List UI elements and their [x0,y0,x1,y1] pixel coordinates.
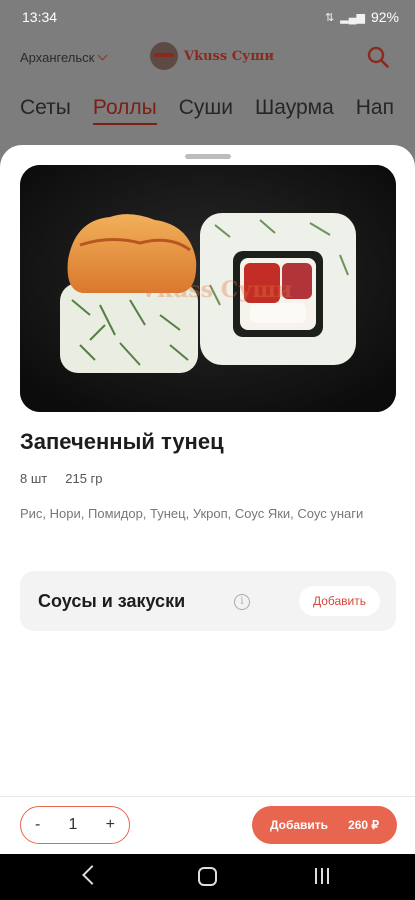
logo: Vkuss Суши [150,42,274,70]
home-icon[interactable] [198,867,217,886]
city-selector[interactable]: Архангельск [20,50,108,65]
status-time: 13:34 [22,9,58,25]
system-nav-bar [0,854,415,900]
extras-add-button[interactable]: Добавить [298,586,380,616]
status-icons: ⇅ ▂▄▆ 92% [325,9,399,25]
product-image: Vkuss Суши [20,165,396,412]
drag-handle[interactable] [185,154,231,159]
product-description: Рис, Нори, Помидор, Тунец, Укроп, Соус Я… [20,506,364,521]
logo-text: Vkuss Суши [184,48,274,64]
data-icon: ⇅ [325,11,335,24]
order-bar: - 1 + Добавить 260 ₽ [0,796,415,854]
piece-count: 8 шт [20,471,48,486]
tab-drinks[interactable]: Нап [356,96,394,125]
increment-button[interactable]: + [106,816,115,834]
product-meta: 8 шт 215 гр [20,471,103,486]
price-label: 260 ₽ [348,818,380,832]
extras-label: Соусы и закуски [38,591,186,611]
watermark: Vkuss Суши [140,277,293,303]
category-tabs: Сеты Роллы Суши Шаурма Нап [20,96,394,125]
extras-card: Соусы и закуски i Добавить [20,571,396,631]
back-icon[interactable] [82,865,102,885]
product-sheet: Vkuss Суши Запеченный тунец 8 шт 215 гр … [0,145,415,900]
chevron-down-icon [97,50,108,61]
signal-icon: ▂▄▆ [340,11,365,24]
recent-apps-icon[interactable] [315,868,329,884]
decrement-button[interactable]: - [35,816,40,834]
tab-rolls[interactable]: Роллы [92,96,157,125]
quantity-value: 1 [68,816,78,833]
quantity-stepper: - 1 + [20,806,130,844]
status-bar: 13:34 ⇅ ▂▄▆ 92% [0,0,415,34]
add-to-cart-label: Добавить [269,818,329,832]
chef-logo-icon [150,42,178,70]
add-to-cart-button[interactable]: Добавить 260 ₽ [252,806,397,844]
app-header: Архангельск Vkuss Суши [0,34,415,84]
weight: 215 гр [65,471,103,486]
city-label: Архангельск [20,50,95,65]
info-icon[interactable]: i [234,594,250,610]
search-icon[interactable] [367,46,389,68]
tab-sushi[interactable]: Суши [179,96,233,125]
tab-sets[interactable]: Сеты [20,96,71,125]
product-title: Запеченный тунец [20,429,224,454]
battery-level: 92% [370,9,399,25]
tab-shawarma[interactable]: Шаурма [255,96,334,125]
